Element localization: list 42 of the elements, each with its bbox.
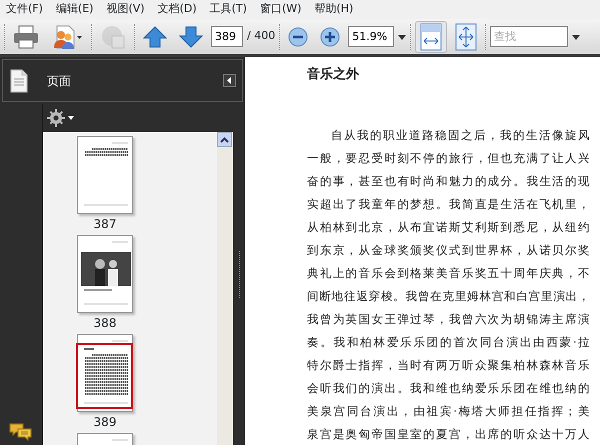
page-number-label: 388	[94, 315, 116, 332]
gear-menu-icon[interactable]	[47, 109, 77, 127]
text-line: 我曾为英国女王弹过琴，我曾六次为胡锦涛主席演	[307, 310, 590, 328]
text-line: 奋的事，甚至也有时尚和魅力的成分。我生活的现	[307, 172, 590, 190]
text-line: 一般，要忍受时刻不停的旅行，但也充满了让人兴	[307, 150, 590, 166]
panel-title: 页面	[47, 72, 71, 90]
page-thumbnail[interactable]	[77, 334, 133, 412]
text-line: 泉宫是奥匈帝国皇室的夏宫，出席的听众达十万人	[307, 426, 590, 442]
page-icon	[9, 68, 29, 92]
page-number-label: 389	[94, 414, 116, 431]
page-number-field[interactable]: 389	[211, 26, 243, 47]
text-line: 会听我们的演出。我和维也纳爱乐乐团在维也纳的	[307, 380, 590, 396]
search-field[interactable]: 查找	[490, 26, 568, 47]
text-line: 美泉宫同台演出，由祖宾·梅塔大师担任指挥；美	[307, 402, 590, 420]
resize-grip-icon[interactable]	[238, 250, 240, 298]
text-line: 典礼上的音乐会到格莱美音乐奖五十周年庆典，不	[307, 264, 590, 282]
text-line: 奏。我和柏林爱乐乐团的首次同台演出由西蒙·拉	[307, 334, 590, 350]
menu-item[interactable]: 帮助(H)	[308, 1, 360, 18]
comments-icon[interactable]	[9, 423, 33, 441]
text-line: 特尔爵士指挥，当时有两万听众聚集柏林森林音乐	[307, 356, 590, 374]
text-line: 从柏林到北京，从布宜诺斯艾利斯到悉尼，从纽约	[307, 218, 590, 236]
page-number-label: 387	[94, 216, 116, 233]
chevron-up-icon	[220, 136, 229, 142]
menu-item[interactable]: 文件(F)	[0, 1, 50, 18]
zoom-field[interactable]: 51.9%	[348, 26, 394, 47]
page-thumbnail[interactable]	[77, 235, 133, 313]
menu-item[interactable]: 编辑(E)	[50, 1, 100, 18]
text-line: 到东京，从金球奖颁奖仪式到世界杯，从诺贝尔奖	[307, 242, 590, 258]
scroll-up-button[interactable]	[217, 132, 232, 147]
left-triangle-icon	[227, 77, 232, 84]
text-line: 实超出了我童年的梦想。我简直是生活在飞机里，	[307, 196, 590, 212]
fit-width-button[interactable]	[415, 20, 448, 52]
collapse-button[interactable]	[223, 74, 236, 87]
page-thumbnail[interactable]	[77, 136, 133, 214]
text-line: 自从我的职业道路稳固之后，我的生活像旋风	[330, 126, 590, 144]
menu-item[interactable]: 视图(V)	[100, 1, 152, 18]
text-line: 间断地往返穿梭。我曾在克里姆林宫和白宫里演出，	[307, 288, 590, 304]
menu-item[interactable]: 工具(T)	[204, 1, 254, 18]
menu-item[interactable]: 窗口(W)	[254, 1, 308, 18]
page-total: / 400	[247, 28, 276, 44]
document-title: 音乐之外	[307, 66, 360, 84]
menu-item[interactable]: 文档(D)	[152, 1, 204, 18]
